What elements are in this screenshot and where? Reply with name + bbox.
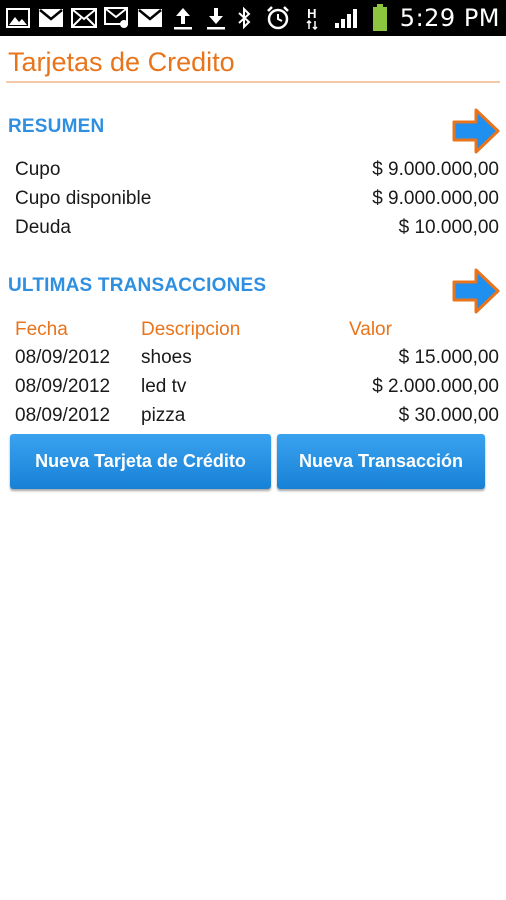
bluetooth-icon — [230, 4, 258, 32]
battery-icon — [366, 4, 394, 32]
transaction-description: pizza — [141, 405, 186, 426]
resumen-value: $ 9.000.000,00 — [372, 188, 499, 209]
resumen-value: $ 10.000,00 — [398, 217, 499, 238]
column-header-valor: Valor — [349, 319, 392, 340]
notification-icons — [4, 4, 230, 32]
download-icon — [202, 4, 230, 32]
email-icon — [70, 4, 98, 32]
transaction-date: 08/09/2012 — [15, 347, 111, 368]
resumen-label: Deuda — [15, 217, 71, 238]
resumen-arrow-button[interactable] — [452, 108, 500, 154]
transaction-description: shoes — [141, 347, 192, 368]
status-indicators: H 5:29 PM — [230, 0, 500, 36]
status-bar: H 5:29 PM — [0, 0, 506, 36]
transaction-row: 08/09/2012 pizza $ 30.000,00 — [15, 405, 499, 433]
resumen-value: $ 9.000.000,00 — [372, 159, 499, 180]
resumen-row: Cupo disponible $ 9.000.000,00 — [15, 188, 499, 216]
transaction-row: 08/09/2012 led tv $ 2.000.000,00 — [15, 376, 499, 404]
new-transaction-button[interactable]: Nueva Transacción — [277, 434, 485, 489]
network-type-label: H — [307, 5, 317, 21]
resumen-row: Cupo $ 9.000.000,00 — [15, 159, 499, 187]
column-header-descripcion: Descripcion — [141, 319, 241, 340]
arrow-right-icon — [452, 268, 500, 314]
transactions-header: Fecha Descripcion Valor — [15, 319, 499, 345]
transaction-value: $ 2.000.000,00 — [372, 376, 499, 397]
arrow-right-icon — [452, 108, 500, 154]
resumen-label: Cupo — [15, 159, 61, 180]
transaction-date: 08/09/2012 — [15, 405, 111, 426]
clock: 5:29 PM — [399, 4, 500, 32]
transaction-value: $ 15.000,00 — [398, 347, 499, 368]
resumen-row: Deuda $ 10.000,00 — [15, 217, 499, 245]
column-header-fecha: Fecha — [15, 319, 68, 340]
page-title: Tarjetas de Credito — [8, 47, 235, 77]
hspa-icon: H — [298, 4, 326, 32]
transaction-date: 08/09/2012 — [15, 376, 111, 397]
gmail-icon — [37, 4, 65, 32]
transaction-row: 08/09/2012 shoes $ 15.000,00 — [15, 347, 499, 375]
email-alert-icon — [103, 4, 131, 32]
alarm-icon — [264, 4, 292, 32]
transacciones-heading: ULTIMAS TRANSACCIONES — [8, 275, 267, 296]
image-icon — [4, 4, 32, 32]
resumen-heading: RESUMEN — [8, 116, 105, 137]
resumen-label: Cupo disponible — [15, 188, 152, 209]
new-card-button[interactable]: Nueva Tarjeta de Crédito — [10, 434, 271, 489]
title-divider — [6, 81, 500, 83]
transaction-value: $ 30.000,00 — [398, 405, 499, 426]
signal-icon — [332, 4, 360, 32]
gmail-icon — [136, 4, 164, 32]
transacciones-arrow-button[interactable] — [452, 268, 500, 314]
transaction-description: led tv — [141, 376, 187, 397]
upload-icon — [169, 4, 197, 32]
